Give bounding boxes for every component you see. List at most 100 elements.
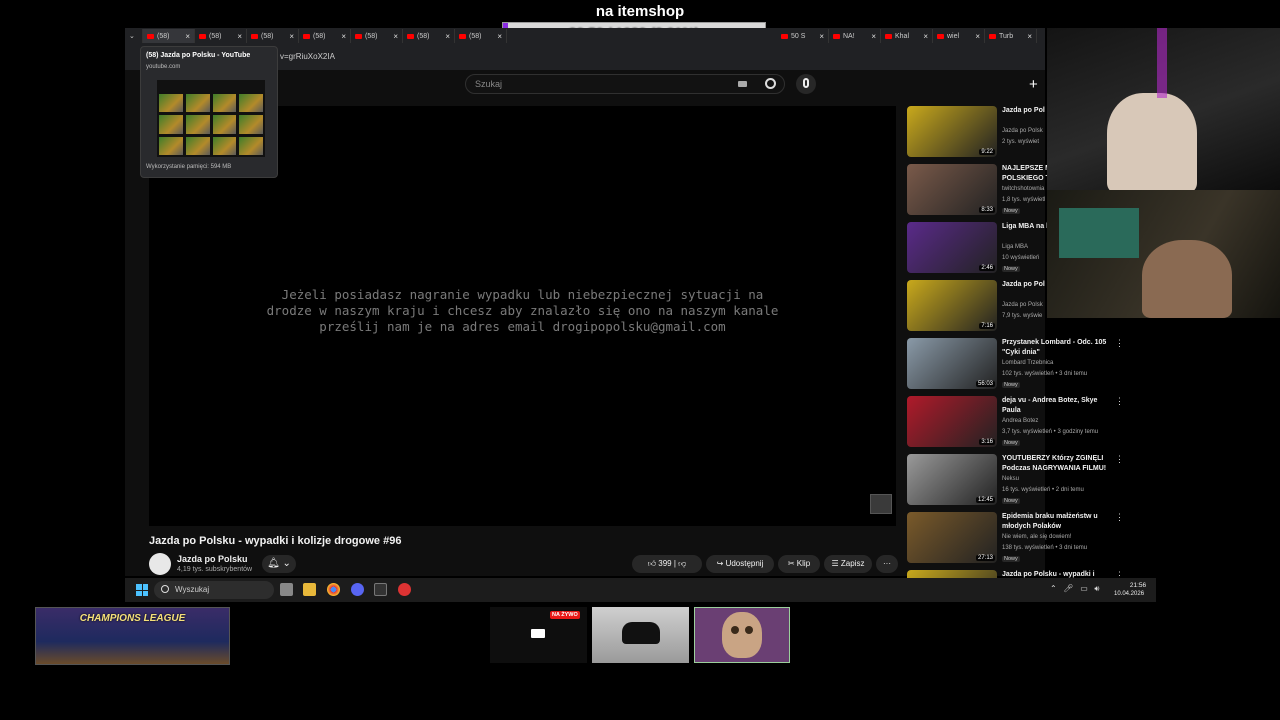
recommendation-thumbnail[interactable]: 9:22	[907, 106, 997, 157]
car-image	[622, 622, 660, 644]
search-input[interactable]	[465, 74, 785, 94]
close-tab-icon[interactable]: ×	[975, 32, 980, 41]
stream-goal-title: na itemshop	[595, 3, 685, 20]
close-tab-icon[interactable]: ×	[923, 32, 928, 41]
recommendation-item[interactable]: 12:45 YOUTUBERZY Którzy ZGINĘLI Podczas N…	[907, 454, 1132, 506]
recording-app-icon[interactable]	[398, 583, 411, 596]
recommendation-thumbnail[interactable]: 8:33	[907, 164, 997, 215]
browser-tab[interactable]: Turb ×	[985, 29, 1037, 43]
like-button[interactable]: 👍︎ 399 | 👎︎	[632, 555, 702, 573]
video-duration: 27:13	[975, 555, 995, 561]
close-tab-icon[interactable]: ×	[819, 32, 824, 41]
browser-url-text[interactable]: v=grRiuXoX2IA	[280, 52, 335, 61]
close-tab-icon[interactable]: ×	[445, 32, 450, 41]
browser-tab[interactable]: (58) ×	[195, 29, 247, 43]
close-tab-icon[interactable]: ×	[237, 32, 242, 41]
video-overlay-text: Jeżeli posiadasz nagranie wypadku lub ni…	[266, 287, 779, 334]
close-tab-icon[interactable]: ×	[341, 32, 346, 41]
recommendation-channel[interactable]: Neksu	[1002, 476, 1019, 482]
preview-thumbnail	[159, 94, 183, 113]
recommendation-item[interactable]: Jazda po Polsku - wypadki i ⋮	[907, 570, 1132, 578]
recommendation-thumbnail[interactable]: 56:03	[907, 338, 997, 389]
close-tab-icon[interactable]: ×	[185, 32, 190, 41]
preview-thumbnail	[159, 136, 183, 155]
browser-tab-label: (58)	[313, 32, 326, 40]
search-icon[interactable]	[765, 78, 776, 89]
browser-tab[interactable]: (58) ×	[351, 29, 403, 43]
recommendation-title[interactable]: Epidemia braku małżeństw u młodych Polak…	[1002, 512, 1112, 532]
recommendation-thumbnail[interactable]: 3:16	[907, 396, 997, 447]
browser-tab[interactable]: (58) ×	[247, 29, 299, 43]
more-options-icon[interactable]: ⋮	[1115, 512, 1124, 523]
recommendation-item[interactable]: 56:03 Przystanek Lombard - Odc. 105 "Cyki…	[907, 338, 1132, 390]
create-plus-icon[interactable]: +	[1029, 76, 1038, 93]
browser-tab[interactable]: (58) ×	[455, 29, 507, 43]
taskbar-clock-date[interactable]: 10.04.2026	[1114, 591, 1144, 597]
recommendation-title[interactable]: Przystanek Lombard - Odc. 105 "Cyki dnia…	[1002, 338, 1112, 358]
system-tray-icons[interactable]: ⌃ 🎤︎ ▭ 🔊︎	[1050, 584, 1099, 594]
recommendation-channel[interactable]: Liga MBA	[1002, 244, 1028, 250]
new-badge: Nowy	[1002, 556, 1020, 562]
taskbar-search-icon	[161, 585, 169, 593]
live-badge: NA ŻYWO	[550, 611, 580, 619]
keyboard-icon[interactable]	[738, 81, 747, 87]
chrome-icon[interactable]	[327, 583, 340, 596]
recommendation-channel[interactable]: Jazda po Polsk	[1002, 302, 1043, 308]
file-explorer-icon[interactable]	[303, 583, 316, 596]
recommendation-channel[interactable]: twitchshotownia	[1002, 186, 1044, 192]
recommendation-channel[interactable]: Nie wiem, ale się dowiem!	[1002, 534, 1071, 540]
taskbar-search-box[interactable]	[154, 581, 274, 599]
webcam-streamer-2	[1047, 190, 1280, 318]
recommendation-thumbnail[interactable]	[907, 570, 997, 578]
recommendation-views: 138 tys. wyświetleń • 3 dni temu	[1002, 545, 1088, 551]
recommendation-thumbnail[interactable]: 12:45	[907, 454, 997, 505]
recommendation-thumbnail[interactable]: 7:16	[907, 280, 997, 331]
more-options-icon[interactable]: ⋮	[1115, 396, 1124, 407]
recommendation-thumbnail[interactable]: 27:13	[907, 512, 997, 563]
share-button[interactable]: ↪ Udostępnij	[706, 555, 774, 573]
browser-tab[interactable]: (58) ×	[403, 29, 455, 43]
recommendation-thumbnail[interactable]: 2:46	[907, 222, 997, 273]
youtube-favicon-icon	[355, 33, 362, 39]
channel-avatar[interactable]	[149, 553, 171, 575]
recommendation-channel[interactable]: Jazda po Polsk	[1002, 128, 1043, 134]
task-view-icon[interactable]	[280, 583, 293, 596]
channel-watermark-icon[interactable]	[870, 494, 892, 514]
browser-tab[interactable]: (58) ×	[299, 29, 351, 43]
close-tab-icon[interactable]: ×	[871, 32, 876, 41]
notification-bell-button[interactable]: 🔔︎ ⌄	[262, 555, 296, 573]
discord-icon[interactable]	[351, 583, 364, 596]
browser-tab[interactable]: NA! ×	[829, 29, 881, 43]
preview-thumbnail	[239, 94, 263, 113]
app-icon[interactable]	[374, 583, 387, 596]
tab-hover-title: (58) Jazda po Polsku - YouTube	[146, 52, 251, 59]
browser-tab[interactable]: 50 S ×	[777, 29, 829, 43]
windows-start-icon[interactable]	[136, 584, 148, 596]
taskbar-clock-time[interactable]: 21:56	[1128, 582, 1148, 589]
close-tab-icon[interactable]: ×	[393, 32, 398, 41]
more-options-icon[interactable]: ⋮	[1115, 454, 1124, 465]
recommendation-title[interactable]: YOUTUBERZY Którzy ZGINĘLI Podczas NAGRYW…	[1002, 454, 1112, 474]
close-tab-icon[interactable]: ×	[1027, 32, 1032, 41]
recommendation-title[interactable]: deja vu - Andrea Botez, Skye Paula	[1002, 396, 1112, 416]
save-button[interactable]: ☰ Zapisz	[824, 555, 872, 573]
browser-tab[interactable]: Khal ×	[881, 29, 933, 43]
recommendation-channel[interactable]: Andrea Botez	[1002, 418, 1038, 424]
recommendation-channel[interactable]: Lombard Trzebnica	[1002, 360, 1053, 366]
channel-name[interactable]: Jazda po Polsku	[177, 554, 248, 564]
clip-button[interactable]: ✂ Klip	[778, 555, 820, 573]
video-duration: 2:46	[979, 265, 995, 271]
more-actions-button[interactable]: ···	[876, 555, 898, 573]
tab-hover-memory: Wykorzystanie pamięci: 594 MB	[146, 164, 232, 170]
browser-tab[interactable]: wiel ×	[933, 29, 985, 43]
more-options-icon[interactable]: ⋮	[1115, 570, 1124, 578]
browser-tab[interactable]: (58) ×	[143, 29, 195, 43]
recommendation-item[interactable]: 3:16 deja vu - Andrea Botez, Skye Paula An…	[907, 396, 1132, 448]
close-tab-icon[interactable]: ×	[289, 32, 294, 41]
recommendation-title[interactable]: Jazda po Polsku - wypadki i	[1002, 570, 1112, 578]
close-tab-icon[interactable]: ×	[497, 32, 502, 41]
more-options-icon[interactable]: ⋮	[1115, 338, 1124, 349]
youtube-favicon-icon	[937, 33, 944, 39]
tab-list-dropdown-icon[interactable]: ⌄	[125, 29, 143, 43]
recommendation-item[interactable]: 27:13 Epidemia braku małżeństw u młodych …	[907, 512, 1132, 564]
